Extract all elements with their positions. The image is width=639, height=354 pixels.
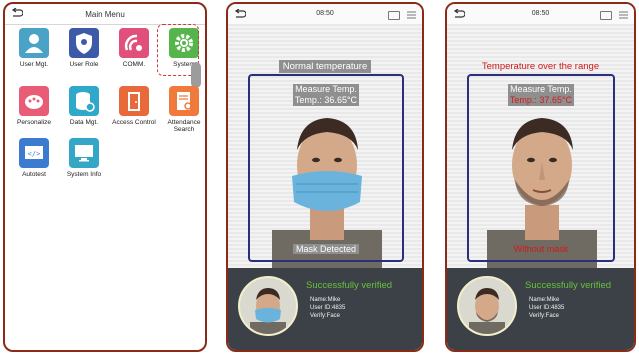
menu-icon[interactable]: [407, 11, 416, 19]
palette-icon: [19, 86, 49, 116]
temperature-readout: Measure Temp. Temp.: 37.65°C: [469, 84, 613, 106]
tile-label: Autotest: [22, 171, 46, 178]
tile-attendance-search[interactable]: Attendance Search: [161, 86, 205, 136]
monitor-icon: [69, 138, 99, 168]
user-id: User ID:4835: [529, 305, 565, 311]
keyboard-icon[interactable]: [600, 11, 612, 20]
tile-label: User Mgt.: [19, 61, 49, 68]
mask-status-text: Without mask: [513, 244, 569, 254]
user-icon: [19, 28, 49, 58]
tile-user-mgt[interactable]: User Mgt.: [11, 28, 57, 78]
measure-temp-label: Measure Temp.: [508, 84, 574, 95]
status-text: Normal temperature: [278, 60, 372, 73]
temperature-value: Temp.: 36.65°C: [292, 95, 360, 106]
temperature-status: Temperature over the range: [447, 61, 634, 72]
user-name: Name:Mike: [310, 297, 341, 303]
tile-access-control[interactable]: Access Control: [111, 86, 157, 136]
keyboard-icon[interactable]: [388, 11, 400, 20]
user-name: Name:Mike: [529, 297, 560, 303]
main-menu-screen: Main Menu User Mgt. User Role COMM. Syst…: [3, 2, 207, 352]
status-bar: 08:50: [447, 4, 634, 24]
user-id: User ID:4835: [310, 305, 346, 311]
tile-system-info[interactable]: System Info: [61, 138, 107, 188]
tile-label: System Info: [66, 171, 102, 178]
tile-comm[interactable]: COMM.: [111, 28, 157, 78]
temperature-status: Normal temperature: [228, 60, 422, 73]
shield-icon: [69, 28, 99, 58]
avatar: [238, 276, 298, 336]
antenna-icon: [119, 28, 149, 58]
mask-status: Without mask: [469, 244, 613, 254]
svg-text:</>: </>: [28, 150, 41, 158]
face-detection-frame: Measure Temp. Temp.: 36.65°C Mask Detect…: [248, 74, 404, 262]
tile-label: Access Control: [112, 119, 156, 126]
tile-label: User Role: [69, 61, 99, 68]
verified-message: Successfully verified: [525, 280, 612, 291]
verification-panel: Successfully verified Name:Mike User ID:…: [447, 268, 634, 350]
user-info: Name:Mike User ID:4835 Verify:Face: [310, 296, 345, 320]
tile-label: COMM.: [122, 61, 146, 68]
camera-view: 08:50 Temperature over the range Measure…: [447, 4, 634, 350]
verify-method: Verify:Face: [529, 313, 560, 319]
temperature-value: Temp.: 37.65°C: [507, 95, 575, 106]
door-icon: [119, 86, 149, 116]
verify-method: Verify:Face: [310, 313, 341, 319]
code-screen-icon: </>: [19, 138, 49, 168]
measure-temp-label: Measure Temp.: [293, 84, 359, 95]
menu-icon[interactable]: [619, 11, 628, 19]
tile-label: Personalize: [17, 119, 51, 126]
database-icon: [69, 86, 99, 116]
pointer-hand-icon: [191, 62, 201, 88]
tile-label: Data Mgt.: [69, 119, 99, 126]
tile-data-mgt[interactable]: Data Mgt.: [61, 86, 107, 136]
menu-topbar: Main Menu: [5, 4, 205, 25]
tile-user-role[interactable]: User Role: [61, 28, 107, 78]
status-bar: 08:50: [228, 4, 422, 24]
status-text: Temperature over the range: [481, 61, 600, 72]
document-search-icon: [169, 86, 199, 116]
tile-label: Attendance Search: [167, 119, 201, 133]
avatar: [457, 276, 517, 336]
mask-status: Mask Detected: [250, 244, 402, 254]
temperature-readout: Measure Temp. Temp.: 36.65°C: [250, 84, 402, 106]
tile-autotest[interactable]: </> Autotest: [11, 138, 57, 188]
user-info: Name:Mike User ID:4835 Verify:Face: [529, 296, 564, 320]
over-temperature-screen: 08:50 Temperature over the range Measure…: [445, 2, 636, 352]
menu-title: Main Menu: [85, 10, 125, 19]
face-detection-frame: Measure Temp. Temp.: 37.65°C Without mas…: [467, 74, 615, 262]
mask-status-text: Mask Detected: [292, 244, 360, 254]
normal-temperature-screen: 08:50 Normal temperature Measure Temp. T…: [226, 2, 424, 352]
camera-view: 08:50 Normal temperature Measure Temp. T…: [228, 4, 422, 350]
verification-panel: Successfully verified Name:Mike User ID:…: [228, 268, 422, 350]
tile-personalize[interactable]: Personalize: [11, 86, 57, 136]
verified-message: Successfully verified: [306, 280, 393, 291]
